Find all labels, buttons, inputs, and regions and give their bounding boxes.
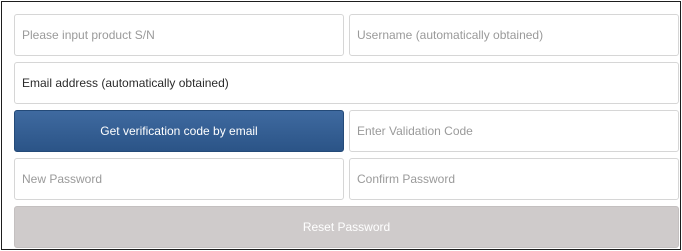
validation-code-input[interactable]: Enter Validation Code (349, 110, 679, 152)
serial-number-input[interactable]: Please input product S/N (14, 14, 344, 56)
confirm-password-input[interactable]: Confirm Password (349, 158, 679, 200)
reset-password-button[interactable]: Reset Password (14, 206, 679, 248)
get-verification-code-button[interactable]: Get verification code by email (14, 110, 344, 152)
email-field[interactable]: Email address (automatically obtained) (14, 62, 679, 104)
reset-password-form: Please input product S/N Username (autom… (1, 1, 681, 250)
new-password-input[interactable]: New Password (14, 158, 344, 200)
username-input[interactable]: Username (automatically obtained) (349, 14, 679, 56)
